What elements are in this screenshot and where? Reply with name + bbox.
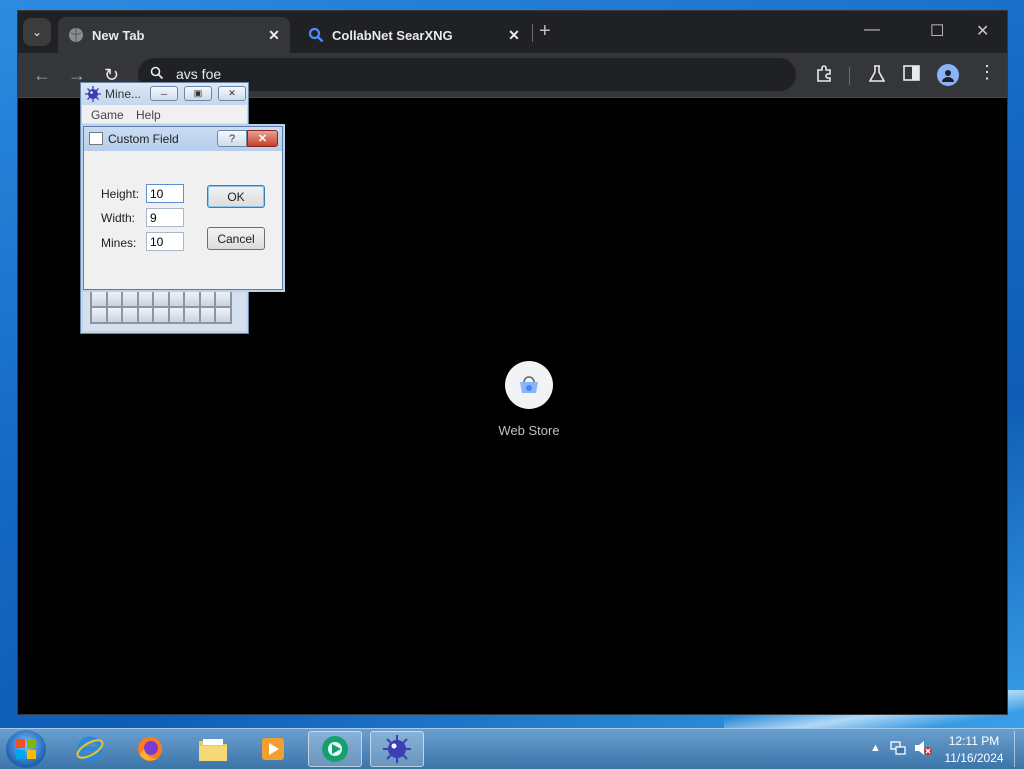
close-icon[interactable]: ✕ <box>264 27 284 44</box>
grid-cell[interactable] <box>123 292 137 306</box>
mines-label: Mines: <box>101 236 137 250</box>
tab-title: New Tab <box>92 27 145 43</box>
toolbar-separator <box>849 67 850 85</box>
shortcut-web-store[interactable]: Web Store <box>484 361 574 438</box>
volume-muted-icon[interactable] <box>914 740 932 759</box>
minimize-button[interactable]: ─ <box>150 86 178 101</box>
taskbar: ▲ 12:11 PM 11/16/2024 <box>0 728 1024 769</box>
grid-cell[interactable] <box>216 292 230 306</box>
grid-cell[interactable] <box>92 308 106 322</box>
labs-flask-icon[interactable] <box>868 65 886 88</box>
grid-cell[interactable] <box>185 308 199 322</box>
height-label: Height: <box>101 187 140 201</box>
grid-cell[interactable] <box>200 292 215 306</box>
media-player-icon[interactable] <box>246 731 300 767</box>
grid-cell[interactable] <box>169 308 184 322</box>
grid-cell[interactable] <box>185 292 199 306</box>
help-button[interactable]: ? <box>217 130 247 147</box>
search-icon <box>308 27 324 43</box>
cancel-button[interactable]: Cancel <box>207 227 265 250</box>
close-button[interactable]: ✕ <box>247 130 278 147</box>
tab-search-button[interactable]: ⌄ <box>23 18 51 46</box>
height-input[interactable] <box>146 184 184 203</box>
dialog-title: Custom Field <box>108 132 179 146</box>
grid-cell[interactable] <box>138 292 153 306</box>
clock-date[interactable]: 11/16/2024 <box>940 751 1008 765</box>
minesweeper-title: Mine... <box>105 87 142 101</box>
show-desktop-button[interactable] <box>1014 731 1024 767</box>
mines-input[interactable] <box>146 232 184 251</box>
show-hidden-icons-icon[interactable]: ▲ <box>870 742 881 754</box>
maximize-icon[interactable]: ☐ <box>930 21 944 41</box>
custom-field-dialog: Custom Field ? ✕ Height: Width: Mines: O… <box>83 126 283 290</box>
grid-cell[interactable] <box>107 308 122 322</box>
menu-help[interactable]: Help <box>136 108 161 122</box>
network-icon[interactable] <box>890 740 906 759</box>
chrome-taskbar-icon[interactable] <box>308 731 362 767</box>
tab-strip: ⌄ New Tab ✕ CollabNet SearXNG ✕ + — ☐ ✕ <box>18 11 1007 53</box>
extensions-puzzle-icon[interactable] <box>815 65 833 88</box>
globe-icon <box>68 27 84 43</box>
close-button[interactable]: ✕ <box>218 86 246 101</box>
maximize-button[interactable]: ▣ <box>184 86 212 101</box>
grid-cell[interactable] <box>123 308 137 322</box>
chevron-down-icon: ⌄ <box>31 25 43 39</box>
search-icon <box>150 66 164 83</box>
grid-cell[interactable] <box>138 308 153 322</box>
grid-cell[interactable] <box>154 292 168 306</box>
tab-collabnet-searxng[interactable]: CollabNet SearXNG ✕ <box>298 17 530 53</box>
minesweeper-titlebar[interactable]: Mine... ─ ▣ ✕ <box>81 83 248 105</box>
start-button[interactable] <box>6 730 46 768</box>
ok-button[interactable]: OK <box>207 185 265 208</box>
grid-cell[interactable] <box>216 308 230 322</box>
windows-logo-icon <box>16 739 36 759</box>
shortcut-label: Web Store <box>498 423 560 438</box>
grid-cell[interactable] <box>92 292 106 306</box>
mine-icon <box>85 86 101 102</box>
grid-cell[interactable] <box>200 308 215 322</box>
close-window-icon[interactable]: ✕ <box>976 21 989 41</box>
close-icon[interactable]: ✕ <box>504 27 524 44</box>
kebab-menu-icon[interactable]: ⋮ <box>978 62 996 83</box>
width-input[interactable] <box>146 208 184 227</box>
firefox-icon[interactable] <box>123 731 177 767</box>
back-arrow-icon[interactable]: ← <box>33 65 51 86</box>
tab-title: CollabNet SearXNG <box>332 27 453 43</box>
minefield-grid[interactable] <box>90 290 232 324</box>
width-label: Width: <box>101 211 136 225</box>
tab-new-tab[interactable]: New Tab ✕ <box>58 17 290 53</box>
grid-cell[interactable] <box>154 308 168 322</box>
file-explorer-icon[interactable] <box>186 731 240 767</box>
minesweeper-menubar: Game Help <box>82 105 247 123</box>
web-store-icon <box>505 361 553 409</box>
tab-separator <box>532 24 533 42</box>
clock-time[interactable]: 12:11 PM <box>940 734 1008 748</box>
grid-cell[interactable] <box>107 292 122 306</box>
minimize-icon[interactable]: — <box>864 21 880 39</box>
dialog-titlebar[interactable]: Custom Field ? ✕ <box>84 127 282 151</box>
internet-explorer-icon[interactable] <box>63 731 117 767</box>
omnibox-text: avs foe <box>176 66 222 82</box>
minesweeper-taskbar-icon[interactable] <box>370 731 424 767</box>
new-tab-plus-icon[interactable]: + <box>539 21 551 41</box>
side-panel-icon[interactable] <box>903 65 920 86</box>
window-icon <box>89 132 103 145</box>
menu-game[interactable]: Game <box>91 108 124 122</box>
profile-avatar-icon[interactable] <box>937 64 959 86</box>
grid-cell[interactable] <box>169 292 184 306</box>
